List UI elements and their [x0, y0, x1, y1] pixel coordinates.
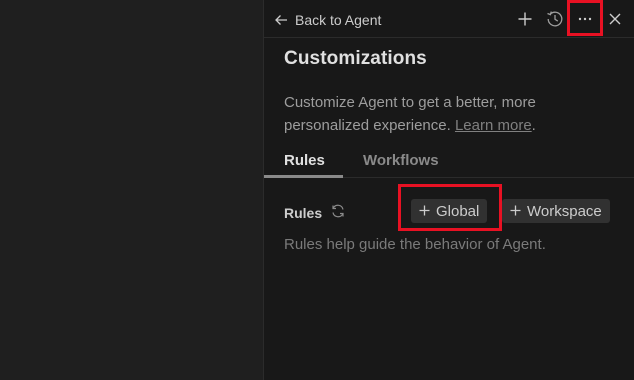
app-window: Back to Agent Customizations Customize A… [0, 0, 634, 380]
back-to-agent-button[interactable]: Back to Agent [274, 10, 381, 30]
customizations-panel: Back to Agent Customizations Customize A… [264, 0, 634, 380]
global-button-label: Global [436, 202, 480, 220]
description-period: . [531, 117, 536, 134]
back-to-agent-label: Back to Agent [295, 12, 382, 28]
add-global-rule-button[interactable]: Global [411, 199, 488, 223]
refresh-icon[interactable] [330, 203, 346, 222]
learn-more-link[interactable]: Learn more [455, 117, 532, 134]
rules-label: Rules [284, 204, 323, 221]
ellipsis-icon[interactable] [575, 9, 595, 29]
tab-bar: Rules Workflows [264, 148, 634, 178]
close-icon[interactable] [605, 9, 625, 29]
arrow-left-icon [274, 13, 288, 27]
workspace-button-label: Workspace [527, 202, 602, 220]
page-title: Customizations [284, 48, 427, 69]
history-icon[interactable] [545, 9, 565, 29]
plus-icon [419, 203, 430, 220]
tab-workflows[interactable]: Workflows [363, 152, 439, 169]
editor-area [0, 0, 263, 380]
rules-help-text: Rules help guide the behavior of Agent. [284, 236, 546, 253]
plus-icon [510, 203, 521, 220]
panel-header: Back to Agent [264, 0, 634, 38]
plus-icon[interactable] [515, 9, 535, 29]
tab-rules[interactable]: Rules [284, 152, 325, 169]
rules-section-header: Rules [284, 203, 346, 222]
active-tab-indicator [264, 175, 343, 178]
add-workspace-rule-button[interactable]: Workspace [502, 199, 610, 223]
panel-description: Customize Agent to get a better, more pe… [284, 91, 614, 137]
